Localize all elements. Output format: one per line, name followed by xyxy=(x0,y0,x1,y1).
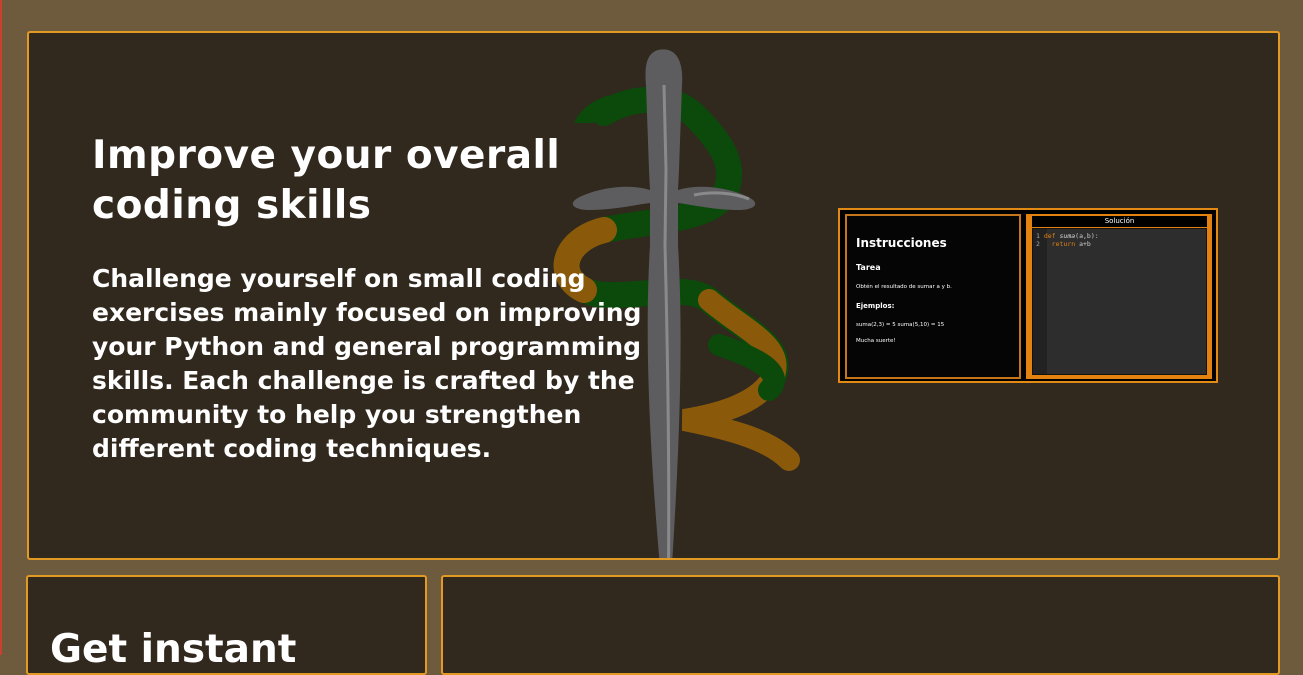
feature-card-title: Get instant xyxy=(50,627,297,672)
solution-title: Solución xyxy=(1032,216,1207,227)
code-line-1: 1 def suma(a,b): xyxy=(1036,232,1099,240)
task-label: Tarea xyxy=(856,263,881,272)
exercise-preview-image: Instrucciones Tarea Obtén el resultado d… xyxy=(838,208,1218,383)
hero-description: Challenge yourself on small coding exerc… xyxy=(92,264,642,463)
hero-panel: Improve your overall coding skills Chall… xyxy=(27,31,1280,560)
luck-text: Mucha suerte! xyxy=(856,338,896,344)
task-text: Obtén el resultado de sumar a y b. xyxy=(856,284,952,290)
code-editor: 1 def suma(a,b): 2 return a+b xyxy=(1032,228,1207,375)
instructions-title: Instrucciones xyxy=(856,236,947,250)
code-line-2: 2 return a+b xyxy=(1036,240,1091,248)
examples-label: Ejemplos: xyxy=(856,302,895,310)
left-edge-stripe xyxy=(0,0,2,655)
solution-pane: Solución 1 def suma(a,b): 2 return a+b xyxy=(1026,214,1212,379)
instructions-pane: Instrucciones Tarea Obtén el resultado d… xyxy=(845,214,1021,379)
examples-text: suma(2,3) = 5 suma(5,10) = 15 xyxy=(856,322,945,328)
line-gutter xyxy=(1033,229,1047,374)
hero-title: Improve your overall coding skills xyxy=(92,133,561,228)
feature-card-right xyxy=(441,575,1280,675)
feature-card-left: Get instant xyxy=(26,575,427,675)
